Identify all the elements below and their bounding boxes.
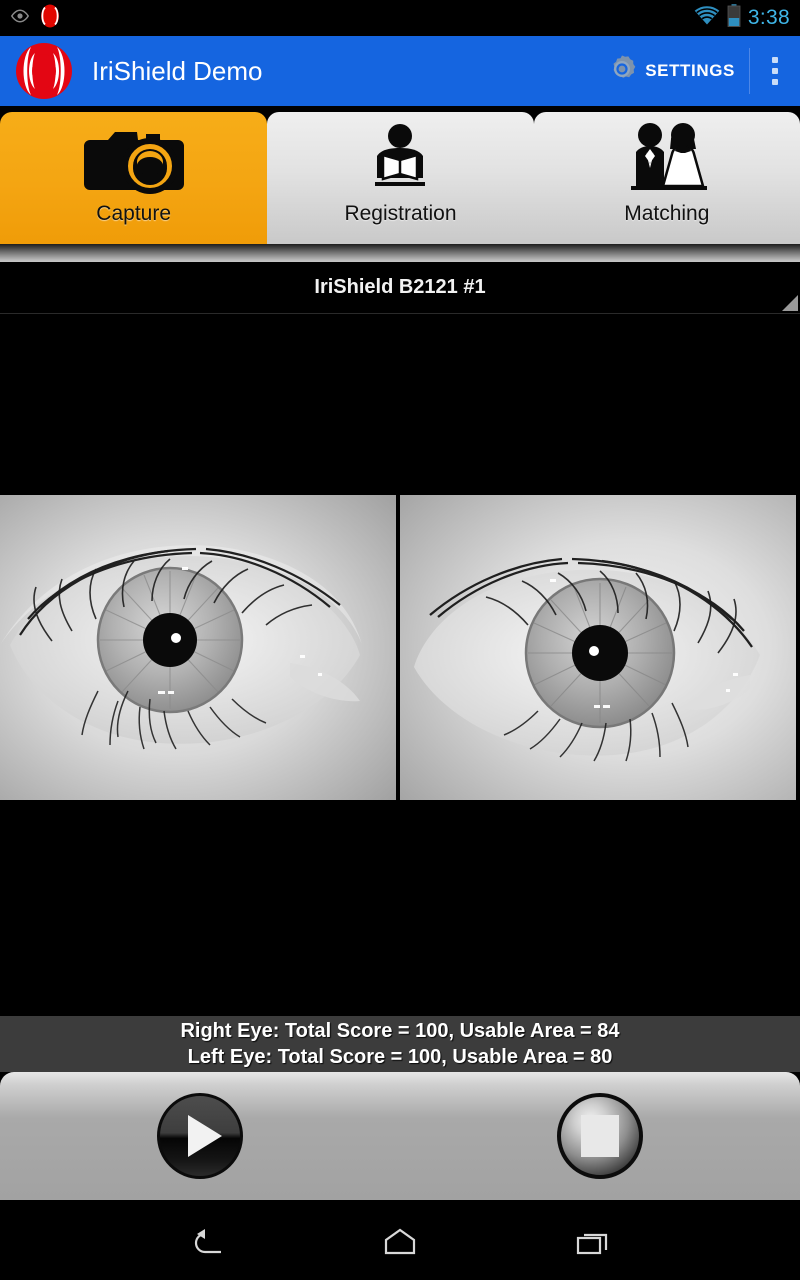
stop-icon (581, 1115, 619, 1157)
tab-matching-label: Matching (624, 202, 710, 225)
app-logo-icon (14, 41, 74, 101)
couple-icon (619, 122, 715, 196)
tab-registration-label: Registration (344, 202, 457, 225)
settings-button[interactable]: SETTINGS (607, 36, 749, 106)
iris-preview-area (0, 314, 800, 1016)
app-title: IriShield Demo (92, 55, 263, 86)
tab-capture-label: Capture (96, 202, 172, 225)
settings-label: SETTINGS (645, 61, 735, 80)
tab-registration[interactable]: Registration (267, 112, 534, 244)
capture-status-text: Right Eye: Total Score = 100, Usable Are… (0, 1016, 800, 1072)
back-button[interactable] (172, 1216, 244, 1272)
wifi-icon (694, 5, 720, 31)
status-bar-system-icons: 3:38 (694, 4, 790, 32)
back-icon (187, 1226, 229, 1263)
left-eye-image (400, 495, 796, 800)
iris-image-row (0, 495, 800, 800)
tab-matching[interactable]: Matching (533, 112, 800, 244)
status-bar-notifications (10, 4, 61, 33)
device-label: IriShield B2121 #1 (314, 276, 486, 298)
recents-button[interactable] (556, 1216, 628, 1272)
play-icon (187, 1115, 222, 1157)
dropdown-caret-icon (782, 295, 798, 311)
left-eye-score-line: Left Eye: Total Score = 100, Usable Area… (187, 1046, 613, 1068)
system-navigation-bar (0, 1208, 800, 1280)
right-eye-image (0, 495, 396, 800)
home-button[interactable] (364, 1216, 436, 1272)
status-bar: 3:38 (0, 0, 800, 36)
eye-icon (10, 8, 30, 28)
play-button[interactable] (157, 1093, 243, 1179)
right-eye-score-line: Right Eye: Total Score = 100, Usable Are… (180, 1020, 620, 1042)
person-reading-icon (357, 122, 443, 196)
tab-bar: Capture Registration Matching (0, 106, 800, 244)
recents-icon (571, 1226, 613, 1263)
device-spinner[interactable]: IriShield B2121 #1 (0, 262, 800, 314)
android-screen: 3:38 IriShield Demo SETTINGS Capture Reg… (0, 0, 800, 1280)
app-bar: IriShield Demo SETTINGS (0, 36, 800, 106)
overflow-dot (772, 68, 778, 74)
overflow-dot (772, 79, 778, 85)
overflow-dot (772, 57, 778, 63)
tab-capture[interactable]: Capture (0, 112, 268, 244)
home-icon (379, 1226, 421, 1263)
gear-icon (607, 54, 637, 89)
overflow-menu-icon[interactable] (750, 36, 800, 106)
control-bar (0, 1072, 800, 1200)
battery-icon (727, 4, 741, 32)
status-bar-clock: 3:38 (747, 6, 790, 29)
tab-bar-shadow (0, 244, 800, 262)
camera-icon (82, 122, 186, 196)
irishield-logo-icon (39, 4, 61, 33)
app-bar-actions: SETTINGS (607, 36, 800, 106)
stop-button[interactable] (557, 1093, 643, 1179)
